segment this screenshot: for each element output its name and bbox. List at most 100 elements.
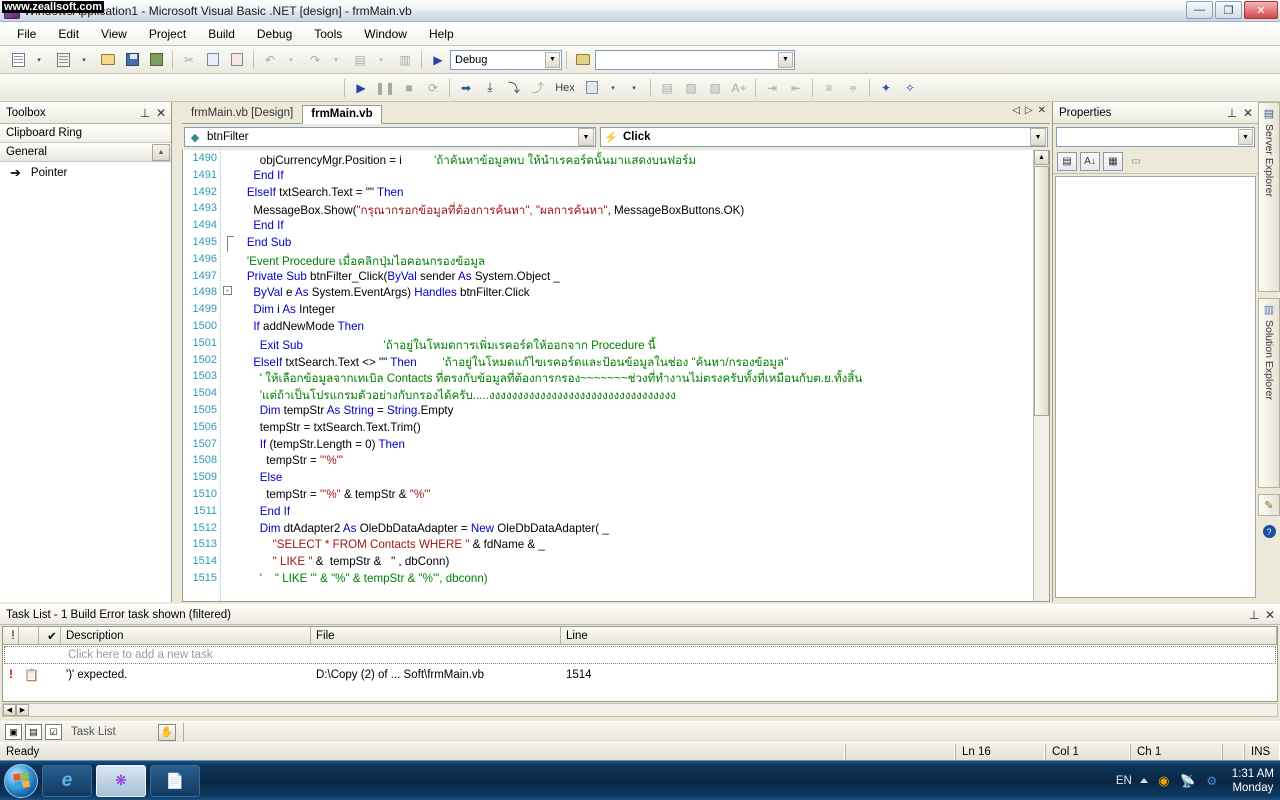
command-window-icon[interactable]: ▤ — [25, 724, 42, 740]
code-line[interactable]: objCurrencyMgr.Position = i 'ถ้าค้นหาข้อ… — [234, 152, 1033, 169]
code-line[interactable]: If (tempStr.Length = 0) Then — [234, 438, 1033, 455]
copy-icon[interactable] — [202, 49, 224, 71]
editor-tab-strip[interactable]: frmMain.vb [Design] frmMain.vb ◁ ▷ ✕ — [182, 102, 1050, 124]
find-in-files-icon[interactable] — [572, 49, 594, 71]
add-item-icon[interactable] — [52, 49, 74, 71]
pin-icon[interactable]: ⊥ — [137, 105, 153, 121]
code-line[interactable]: Exit Sub 'ถ้าอยู่ในโหมดการเพิ่มเรคอร์ดให… — [234, 337, 1033, 354]
column-header-icon[interactable] — [19, 627, 39, 644]
chevron-down-icon[interactable]: ▼ — [545, 52, 560, 68]
toolbar-overflow-icon[interactable]: ▾ — [623, 77, 645, 99]
code-line[interactable]: ByVal e As System.EventArgs) Handles btn… — [234, 286, 1033, 303]
column-header-priority[interactable]: ! — [3, 627, 19, 644]
close-icon[interactable]: ✕ — [153, 105, 169, 121]
add-item-dropdown-icon[interactable]: ▾ — [73, 49, 95, 71]
standard-toolbar[interactable]: ▾ ▾ ✂ ↶ ▾ ↷ ▾ ▤ ▾ ▥ ▶ Debug ▼ ▼ — [0, 46, 1280, 74]
open-file-icon[interactable] — [97, 49, 119, 71]
avg-icon[interactable]: ◉ — [1156, 773, 1172, 789]
bookmark-icon[interactable]: ▧ — [704, 77, 726, 99]
scroll-up-icon[interactable]: ▲ — [152, 144, 170, 161]
code-text-area[interactable]: 1490149114921493149414951496149714981499… — [182, 150, 1050, 602]
step-out-icon[interactable]: ⤴ — [527, 77, 549, 99]
close-icon[interactable]: ✕ — [1240, 105, 1256, 121]
chevron-down-icon[interactable]: ▼ — [1030, 128, 1046, 146]
editor-member-bar[interactable]: ◆ btnFilter ▼ ⚡ Click ▼ — [182, 124, 1050, 150]
menu-window[interactable]: Window — [353, 24, 418, 44]
find-combo[interactable]: ▼ — [595, 50, 795, 70]
scroll-up-icon[interactable]: ▲ — [1034, 150, 1049, 165]
code-line[interactable]: ElseIf txtSearch.Text <> "" Then 'ถ้าอยู… — [234, 354, 1033, 371]
code-line[interactable]: End If — [234, 169, 1033, 186]
close-button[interactable]: ✕ — [1244, 1, 1278, 19]
code-line[interactable]: ElseIf txtSearch.Text = "" Then — [234, 186, 1033, 203]
menu-help[interactable]: Help — [418, 24, 465, 44]
menu-edit[interactable]: Edit — [47, 24, 90, 44]
output-icon[interactable]: ▣ — [5, 724, 22, 740]
bottom-tab-label[interactable]: Task List — [71, 726, 155, 738]
bluetooth-icon[interactable]: ⚙ — [1204, 773, 1220, 789]
code-line[interactable]: tempStr = "'%'" — [234, 454, 1033, 471]
paste-icon[interactable] — [226, 49, 248, 71]
close-icon[interactable]: ✕ — [1262, 607, 1278, 623]
hex-display-button[interactable]: Hex — [551, 77, 579, 99]
scroll-right-icon[interactable]: ▶ — [16, 704, 29, 716]
code-line[interactable]: End If — [234, 219, 1033, 236]
pause-icon[interactable]: ❚❚ — [374, 77, 396, 99]
code-line[interactable]: tempStr = "'%" & tempStr & "%'" — [234, 488, 1033, 505]
uncomment-marker-icon[interactable]: ✧ — [899, 77, 921, 99]
code-line[interactable]: Else — [234, 471, 1033, 488]
new-project-icon[interactable] — [7, 49, 29, 71]
tab-frmmain-code[interactable]: frmMain.vb — [302, 105, 381, 124]
editor-vertical-scrollbar[interactable]: ▲ — [1033, 150, 1049, 601]
taskbar-item-internet-explorer[interactable]: e — [42, 765, 92, 797]
pin-icon[interactable]: ⊥ — [1224, 105, 1240, 121]
task-list-horizontal-scrollbar[interactable]: ◀ ▶ — [2, 703, 1278, 717]
code-lines[interactable]: objCurrencyMgr.Position = i 'ถ้าค้นหาข้อ… — [234, 150, 1033, 601]
docked-panel-tabs[interactable]: ▤ Server Explorer ▥ Solution Explorer ✎ … — [1258, 102, 1280, 602]
menu-debug[interactable]: Debug — [246, 24, 303, 44]
stop-icon[interactable]: ■ — [398, 77, 420, 99]
sidebar-tab-toolbox[interactable]: ✎ — [1258, 494, 1280, 516]
tab-navigation[interactable]: ◁ ▷ ✕ — [1012, 105, 1046, 116]
save-all-icon[interactable] — [145, 49, 167, 71]
tab-close-icon[interactable]: ✕ — [1038, 105, 1046, 116]
toolbox-category-clipboard-ring[interactable]: Clipboard Ring — [0, 124, 171, 143]
code-line[interactable]: If addNewMode Then — [234, 320, 1033, 337]
tab-frmmain-design[interactable]: frmMain.vb [Design] — [182, 104, 302, 123]
class-dropdown[interactable]: ◆ btnFilter ▼ — [184, 127, 596, 147]
toolbox-item-pointer[interactable]: ➔ Pointer — [0, 162, 171, 184]
code-line[interactable]: 'Event Procedure เมื่อคลิกปุ่มไอคอนกรองข… — [234, 253, 1033, 270]
tab-prev-icon[interactable]: ◁ — [1012, 105, 1020, 116]
undo-dropdown-icon[interactable]: ▾ — [280, 49, 302, 71]
tasklist-icon[interactable]: ☑ — [45, 724, 62, 740]
hand-icon[interactable]: ✋ — [158, 724, 176, 741]
redo-dropdown-icon[interactable]: ▾ — [325, 49, 347, 71]
chevron-down-icon[interactable]: ▼ — [1238, 129, 1253, 145]
minimize-button[interactable]: — — [1186, 1, 1213, 19]
network-icon[interactable]: 📡 — [1180, 773, 1196, 789]
code-folding-column[interactable]: - — [221, 150, 234, 601]
restart-icon[interactable]: ⟳ — [422, 77, 444, 99]
alphabetic-view-button[interactable]: A↓ — [1080, 152, 1100, 171]
restore-button[interactable]: ❐ — [1215, 1, 1242, 19]
debug-toolbar[interactable]: ▶ ❚❚ ■ ⟳ ➡ ⤓ ⤵ ⤴ Hex ▾ ▾ ▤ ▨ ▧ A+ ⇥ ⇤ ≡ … — [0, 74, 1280, 102]
properties-object-combo[interactable]: ▼ — [1056, 127, 1255, 147]
chevron-down-icon[interactable]: ▼ — [778, 52, 793, 68]
navigate-back-icon[interactable]: ▤ — [349, 49, 371, 71]
scroll-thumb[interactable] — [1034, 166, 1049, 416]
column-header-line[interactable]: Line — [561, 627, 1277, 644]
comment-block-icon[interactable]: ▤ — [656, 77, 678, 99]
start-debug-icon[interactable]: ▶ — [427, 49, 449, 71]
properties-grid[interactable] — [1055, 176, 1256, 598]
code-line[interactable]: Private Sub btnFilter_Click(ByVal sender… — [234, 270, 1033, 287]
task-list-column-headers[interactable]: ! ✔ Description File Line — [3, 627, 1277, 645]
collapse-icon[interactable]: - — [223, 286, 232, 295]
increase-font-icon[interactable]: A+ — [728, 77, 750, 99]
task-list-new-task-row[interactable]: Click here to add a new task — [4, 646, 1276, 664]
outdent-icon[interactable]: ⇤ — [785, 77, 807, 99]
bottom-panel-tabs[interactable]: ▣ ▤ ☑ Task List ✋ — [0, 721, 1280, 742]
window-controls[interactable]: — ❐ ✕ — [1186, 1, 1278, 19]
uncomment-block-icon[interactable]: ▨ — [680, 77, 702, 99]
column-header-checkbox[interactable]: ✔ — [39, 627, 61, 644]
start-button[interactable] — [4, 764, 38, 798]
